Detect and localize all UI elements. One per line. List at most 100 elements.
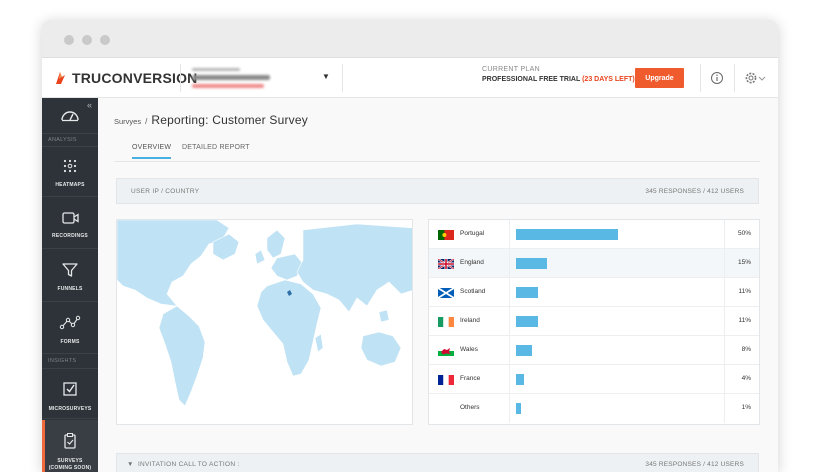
england-flag-icon <box>438 259 454 269</box>
page-title: Reporting: Customer Survey <box>151 113 308 127</box>
bar-cell <box>509 220 725 249</box>
world-map-graphic <box>117 220 412 407</box>
forms-icon <box>59 315 81 330</box>
scotland-flag-icon <box>438 288 454 298</box>
sidebar-divider <box>42 368 98 369</box>
ireland-flag-icon <box>438 317 454 327</box>
panel-header: USER IP / COUNTRY 345 RESPONSES / 412 US… <box>116 178 759 204</box>
tab-overview[interactable]: OVERVIEW <box>132 144 172 159</box>
sidebar-item-label: FORMS <box>60 339 80 345</box>
dashboard-icon[interactable] <box>60 108 80 122</box>
portugal-flag-icon <box>438 230 454 240</box>
current-plan: CURRENT PLAN PROFESSIONAL FREE TRIAL (23… <box>482 66 635 83</box>
country-name: Wales <box>460 346 478 353</box>
breadcrumb-separator: / <box>145 117 148 126</box>
percent-value: 4% <box>741 375 751 382</box>
top-bar: TRUCONVERSION ▼ CURRENT PLAN PROFESSIONA… <box>42 58 778 98</box>
chevron-down-icon[interactable]: ▼ <box>322 72 330 81</box>
country-name: Scotland <box>460 288 486 295</box>
table-row[interactable]: Ireland 11% <box>429 307 759 336</box>
sidebar-divider <box>42 146 98 147</box>
percent-value: 11% <box>738 317 751 324</box>
collapse-icon[interactable]: « <box>87 100 92 110</box>
plan-days-left: (23 DAYS LEFT) <box>582 76 635 83</box>
divider <box>342 64 343 92</box>
divider <box>734 64 735 92</box>
browser-titlebar <box>42 20 778 58</box>
bar-cell <box>509 394 725 423</box>
country-name: Others <box>460 404 480 411</box>
gear-icon[interactable] <box>744 71 758 85</box>
sidebar-item-label: SURVEYS <box>57 458 83 464</box>
panel-stats: 345 RESPONSES / 412 USERS <box>645 188 744 195</box>
bar-cell <box>509 249 725 278</box>
table-row[interactable]: Scotland 11% <box>429 278 759 307</box>
logo-text: TRUCONVERSION <box>72 70 198 86</box>
sidebar-divider <box>42 133 98 134</box>
table-row[interactable]: Wales 8% <box>429 336 759 365</box>
plan-name-text: PROFESSIONAL FREE TRIAL <box>482 76 581 83</box>
surveys-icon <box>64 433 76 449</box>
account-selector[interactable] <box>192 65 322 91</box>
table-row[interactable]: Others 1% <box>429 394 759 423</box>
bar <box>516 316 538 327</box>
sidebar-item-sublabel: (COMING SOON) <box>48 465 92 471</box>
sidebar-item-forms[interactable]: FORMS <box>42 315 98 346</box>
window-dot[interactable] <box>100 35 110 45</box>
france-flag-icon <box>438 375 454 385</box>
percent-value: 11% <box>738 288 751 295</box>
country-name: Ireland <box>460 317 480 324</box>
country-name: Portugal <box>460 230 485 237</box>
app-window: TRUCONVERSION ▼ CURRENT PLAN PROFESSIONA… <box>42 20 778 472</box>
blurred-text <box>192 68 240 71</box>
sidebar: « ANALYSIS HEATMAPS RECORDINGS FUNNELS F… <box>42 98 98 472</box>
table-row[interactable]: France 4% <box>429 365 759 394</box>
sidebar-item-surveys[interactable]: SURVEYS (COMING SOON) <box>42 432 98 472</box>
sidebar-item-heatmaps[interactable]: HEATMAPS <box>42 158 98 189</box>
sidebar-item-funnels[interactable]: FUNNELS <box>42 262 98 293</box>
world-map[interactable] <box>116 219 413 425</box>
divider <box>180 64 181 92</box>
plan-label: CURRENT PLAN <box>482 66 540 73</box>
logo-icon <box>56 72 65 84</box>
country-table: Portugal 50% England 15% Scotland 11% Ir… <box>428 219 760 425</box>
chevron-down-icon[interactable] <box>758 71 766 85</box>
window-dot[interactable] <box>82 35 92 45</box>
info-icon[interactable] <box>710 71 724 85</box>
bar-cell <box>509 365 725 394</box>
sidebar-item-label: MICROSURVEYS <box>48 406 92 412</box>
divider <box>700 64 701 92</box>
panel-title: USER IP / COUNTRY <box>131 188 200 195</box>
panel-stats: 345 RESPONSES / 412 USERS <box>645 461 744 468</box>
bar-cell <box>509 278 725 307</box>
blurred-text <box>192 84 264 88</box>
invitation-panel-header[interactable]: ▼ INVITATION CALL TO ACTION : 345 RESPON… <box>116 453 759 472</box>
sidebar-item-recordings[interactable]: RECORDINGS <box>42 211 98 240</box>
country-name: France <box>460 375 481 382</box>
panel-title: ▼ INVITATION CALL TO ACTION : <box>127 461 240 468</box>
window-dot[interactable] <box>64 35 74 45</box>
main-content: Survyes / Reporting: Customer Survey OVE… <box>98 98 778 472</box>
upgrade-button[interactable]: Upgrade <box>635 68 684 88</box>
table-row[interactable]: Portugal 50% <box>429 220 759 249</box>
sidebar-item-label: RECORDINGS <box>52 233 88 239</box>
wales-flag-icon <box>438 346 454 356</box>
sidebar-divider <box>42 353 98 354</box>
breadcrumb: Survyes / Reporting: Customer Survey <box>114 113 308 127</box>
sidebar-item-microsurveys[interactable]: MICROSURVEYS <box>42 380 98 413</box>
breadcrumb-parent-link[interactable]: Survyes <box>114 117 141 126</box>
bar <box>516 258 547 269</box>
tab-detailed-report[interactable]: DETAILED REPORT <box>182 144 250 151</box>
logo[interactable]: TRUCONVERSION <box>54 70 198 86</box>
heatmaps-icon <box>63 159 77 173</box>
percent-value: 50% <box>737 230 751 237</box>
microsurveys-icon <box>63 382 77 396</box>
table-row[interactable]: England 15% <box>429 249 759 278</box>
tab-bar: OVERVIEW DETAILED REPORT <box>114 144 760 162</box>
sidebar-divider <box>42 418 98 419</box>
recordings-icon <box>62 212 79 224</box>
bar-cell <box>509 336 725 365</box>
bar <box>516 287 538 298</box>
bar-cell <box>509 307 725 336</box>
blurred-text <box>192 75 270 80</box>
